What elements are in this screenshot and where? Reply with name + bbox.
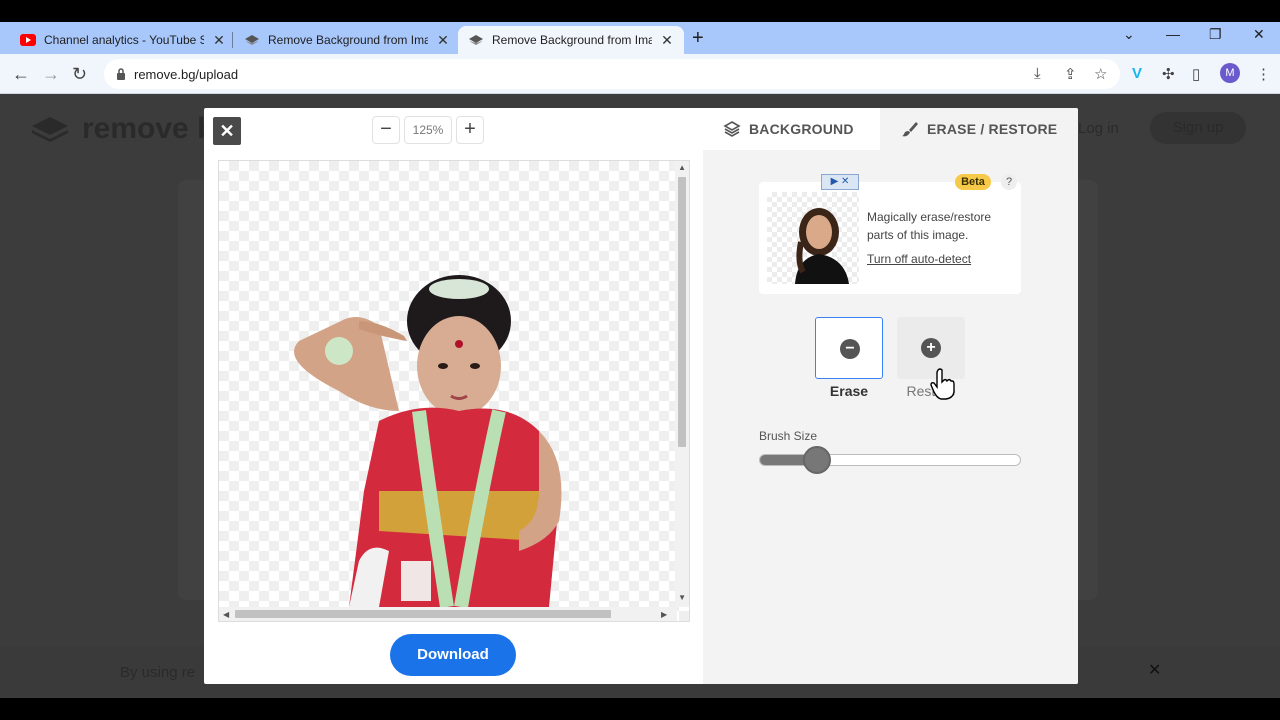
vertical-scrollbar[interactable] <box>675 161 689 607</box>
forward-arrow-icon[interactable]: → <box>42 64 60 85</box>
brush-size-slider[interactable] <box>759 454 1021 466</box>
zoom-out-button[interactable]: − <box>372 116 400 144</box>
tab-erase-restore[interactable]: ERASE / RESTORE <box>901 120 1057 138</box>
vimeo-extension-icon[interactable]: V <box>1132 65 1142 82</box>
minimize-icon[interactable]: — <box>1166 26 1180 42</box>
close-editor-button[interactable]: ✕ <box>213 117 241 145</box>
youtube-icon <box>20 34 36 46</box>
close-icon[interactable]: ✕ <box>660 32 674 49</box>
install-icon[interactable]: ⤓ <box>1034 65 1041 82</box>
tab-erase-restore-label: ERASE / RESTORE <box>927 121 1058 137</box>
login-link[interactable]: Log in <box>1078 120 1119 137</box>
horizontal-scroll-thumb[interactable] <box>235 610 611 618</box>
bottom-bar <box>0 698 1280 720</box>
address-bar[interactable]: remove.bg/upload <box>104 59 1120 89</box>
share-icon[interactable]: ⇪ <box>1064 65 1077 83</box>
brush-size-handle[interactable] <box>802 446 831 474</box>
auto-detect-info-card: ▶ ✕ Beta ? Magically erase/restore parts… <box>759 174 1021 294</box>
hand-pointer-cursor-icon <box>930 368 955 400</box>
removebg-icon <box>469 35 483 45</box>
erase-tool-button[interactable]: − <box>815 317 883 379</box>
tab-search-chevron-icon[interactable]: ⌄ <box>1123 26 1135 43</box>
browser-toolbar: ← → ↻ remove.bg/upload ⤓ ⇪ ☆ V ✣ ▯ M ⋮ <box>0 54 1280 94</box>
lock-icon <box>117 68 125 80</box>
tab-title: Channel analytics - YouTube Stu <box>44 33 204 47</box>
menu-kebab-icon[interactable]: ⋮ <box>1256 65 1271 83</box>
brush-icon <box>902 122 918 137</box>
help-button[interactable]: ? <box>1001 174 1017 190</box>
signup-button[interactable]: Sign up <box>1150 112 1246 144</box>
turn-off-auto-detect-link[interactable]: Turn off auto-detect <box>867 252 971 266</box>
info-description: Magically erase/restore parts of this im… <box>867 210 992 242</box>
horizontal-scrollbar[interactable] <box>219 607 677 621</box>
browser-tab-bar: Channel analytics - YouTube Stu ✕ Remove… <box>0 22 1280 54</box>
side-panel-icon[interactable]: ▯ <box>1192 65 1200 83</box>
tab-removebg-1[interactable]: Remove Background from Imag ✕ <box>234 26 460 54</box>
layers-icon <box>723 121 741 137</box>
zoom-value: 125% <box>404 116 452 144</box>
tab-separator <box>232 32 233 48</box>
removebg-logo: remove b <box>30 112 215 146</box>
scroll-up-arrow-icon[interactable]: ▲ <box>678 163 686 172</box>
reload-icon[interactable]: ↻ <box>72 64 87 85</box>
removebg-icon <box>245 35 259 45</box>
logo-text: remove b <box>82 112 216 145</box>
profile-avatar[interactable]: M <box>1220 63 1240 83</box>
woman-portrait-image <box>795 208 849 284</box>
erase-label: Erase <box>829 383 869 399</box>
logo-mark-icon <box>32 117 68 142</box>
scroll-right-arrow-icon[interactable]: ▶ <box>661 610 667 619</box>
zoom-in-button[interactable]: + <box>456 116 484 144</box>
minus-circle-icon: − <box>840 339 860 359</box>
back-arrow-icon[interactable]: ← <box>12 64 30 85</box>
scroll-down-arrow-icon[interactable]: ▼ <box>678 593 686 602</box>
zoom-controls: − 125% + <box>372 116 484 144</box>
close-icon[interactable]: ✕ <box>212 32 226 49</box>
url-text: remove.bg/upload <box>134 66 239 82</box>
tab-background[interactable]: BACKGROUND <box>723 120 854 138</box>
brush-size-label: Brush Size <box>759 429 818 443</box>
tab-removebg-2[interactable]: Remove Background from Imag ✕ <box>458 26 684 54</box>
tab-title: Remove Background from Imag <box>492 33 652 47</box>
tab-background-label: BACKGROUND <box>749 121 854 137</box>
restore-window-icon[interactable]: ❐ <box>1209 26 1222 43</box>
edit-panel: BACKGROUND ERASE / RESTORE ▶ ✕ Beta ? Ma… <box>703 108 1078 684</box>
example-thumbnail <box>767 192 859 284</box>
vertical-scroll-thumb[interactable] <box>678 177 686 447</box>
screen: Channel analytics - YouTube Stu ✕ Remove… <box>0 0 1280 720</box>
download-button[interactable]: Download <box>390 634 516 676</box>
tab-title: Remove Background from Imag <box>268 33 428 47</box>
subject-image <box>294 275 562 609</box>
bookmark-star-icon[interactable]: ☆ <box>1094 65 1107 83</box>
cookie-close-icon[interactable]: ✕ <box>1148 660 1161 680</box>
cookie-text: By using re <box>120 664 196 681</box>
ad-choices-icon[interactable]: ▶ ✕ <box>821 174 859 190</box>
beta-badge: Beta <box>955 174 991 190</box>
image-canvas[interactable]: ▲ ▼ ◀ ▶ <box>218 160 690 622</box>
plus-circle-icon: + <box>921 338 941 358</box>
tab-youtube-analytics[interactable]: Channel analytics - YouTube Stu ✕ <box>10 26 236 54</box>
new-tab-icon[interactable]: + <box>692 27 704 50</box>
close-window-icon[interactable]: ✕ <box>1253 26 1265 43</box>
scroll-left-arrow-icon[interactable]: ◀ <box>223 610 229 619</box>
close-icon[interactable]: ✕ <box>436 32 450 49</box>
extensions-puzzle-icon[interactable]: ✣ <box>1162 65 1175 83</box>
